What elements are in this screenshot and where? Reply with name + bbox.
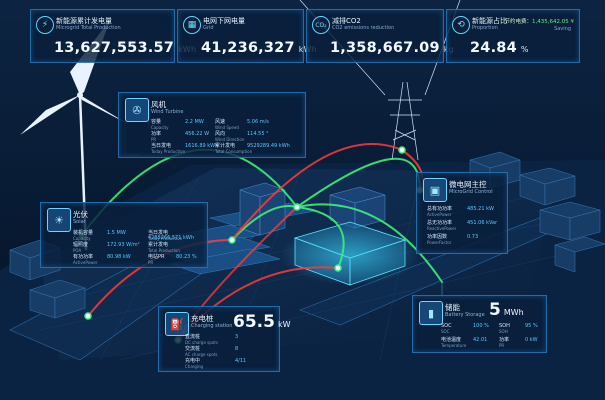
kpi-proportion: ⟲ 新能源占比 Proportion 24.84% 节约电费：1,435,642… [446,9,580,63]
battery-storage-panel[interactable]: ▮ 储能 Battery Storage 5 MWh SOC SOC 100 % SO… [412,295,547,353]
panel-subtitle: MicroGrid Control [449,189,493,195]
panel-subtitle: Charging station [191,323,233,329]
stat-power-factor: 功率因数 PowerFactor 0.73 [427,234,479,245]
stat-active-power: 有功功率 ActivePower 80.98 kW [73,254,131,265]
panel-subtitle: Battery Storage [445,312,485,318]
stat-total-consumption: 累计发电 Total Consumption 9529289.49 kWh [215,143,290,154]
grid-icon: ▦ [183,16,201,34]
kpi-grid: ▦ 电网下网电量 Grid 41,236,327kWh [177,9,317,63]
stat-wind-direction: 风向 Wind Direction 114.55 ° [215,131,269,142]
kpi-subtitle: CO2 emissions reduction [332,25,395,31]
stat-reactive-power: 总无功功率 ReactivePower 451.06 kVar [427,220,498,231]
kpi-subtitle: Grid [203,25,214,31]
stat-dc-spots: 直流桩 DC charge spots 3 [185,334,239,345]
monitor-icon: ▣ [423,178,447,202]
saving-sublabel: Saving [554,26,571,32]
kpi-total-production: ⚡ 新能源累计发电量 Microgrid Total Production 13… [30,9,196,63]
stat-ac-spots: 交流桩 AC charge spots 8 [185,346,239,357]
stat-capacity: 容量 Capacity 2.2 MW [151,119,204,130]
charger-icon: ⛽ [165,312,189,336]
stat-active-power: 总有功功率 ActivePower 485.21 kW [427,206,494,217]
battery-icon: ▮ [419,301,443,325]
kpi-value: 24.84% [470,40,529,56]
stat-pr: 电站PR PR 80.23 % [148,254,197,265]
panel-subtitle: Solar [73,219,86,225]
stat-power: 功率 PR 0 kW [499,337,538,348]
stat-power: 功率 PR 456.22 W [151,131,210,142]
microgrid-control-panel[interactable]: ▣ 微电网主控 MicroGrid Control 总有功功率 ActivePow… [416,172,508,254]
kpi-subtitle: Microgrid Total Production [56,25,121,31]
charging-station-panel[interactable]: ⛽ 充电桩 Charging station 65.5 kW 直流桩 DC char… [158,306,291,372]
kpi-co2-reduction: CO₂ 减排CO2 CO2 emissions reduction 1,358,… [306,9,454,63]
storage-capacity: 5 MWh [489,300,524,320]
share-icon: ⟲ [452,16,470,34]
stat-wind-speed: 风速 Wind Speed 5.06 m/s [215,119,269,130]
kpi-value: 1,358,667.09kg [330,40,454,56]
stat-poa: 辐照度 POA 172.93 W/m² [73,242,140,253]
stat-soh: SOH SOH 95 % [499,323,538,334]
charging-power: 65.5 kW [233,312,291,332]
lightning-icon: ⚡ [36,16,54,34]
kpi-value: 13,627,553.57kWh [54,40,196,56]
stat-total-production: 累计发电 Total Production 4288266.571 kWh [148,235,194,253]
kpi-subtitle: Proportion [472,25,498,31]
solar-icon: ☀ [47,208,71,232]
stat-capacity: 装机容量 Capacity 1.5 MW [73,230,126,241]
stat-temperature: 电池温度 Temperature 42.01 [441,337,488,348]
stat-today-production: 当日发电 Today Production 1616.89 kWh [151,143,219,154]
stat-soc: SOC SOC 100 % [441,323,489,334]
stat-charging: 充电中 Charging 4/11 [185,358,247,369]
kpi-value: 41,236,327kWh [201,40,317,56]
saving-value: 1,435,642.05 ¥ [532,19,574,25]
panel-subtitle: Wind Turbine [151,109,184,115]
wind-turbine-panel[interactable]: ✇ 风机 Wind Turbine 容量 Capacity 2.2 MW 风速 Win… [118,92,306,158]
solar-panel[interactable]: ☀ 光伏 Solar 装机容量 Capacity 1.5 MW 当日发电 Today … [40,202,208,268]
saving-readout: 节约电费：1,435,642.05 ¥ [504,17,574,25]
saving-label: 节约电费： [504,19,532,25]
wind-turbine-icon: ✇ [125,98,149,122]
co2-icon: CO₂ [312,16,330,34]
